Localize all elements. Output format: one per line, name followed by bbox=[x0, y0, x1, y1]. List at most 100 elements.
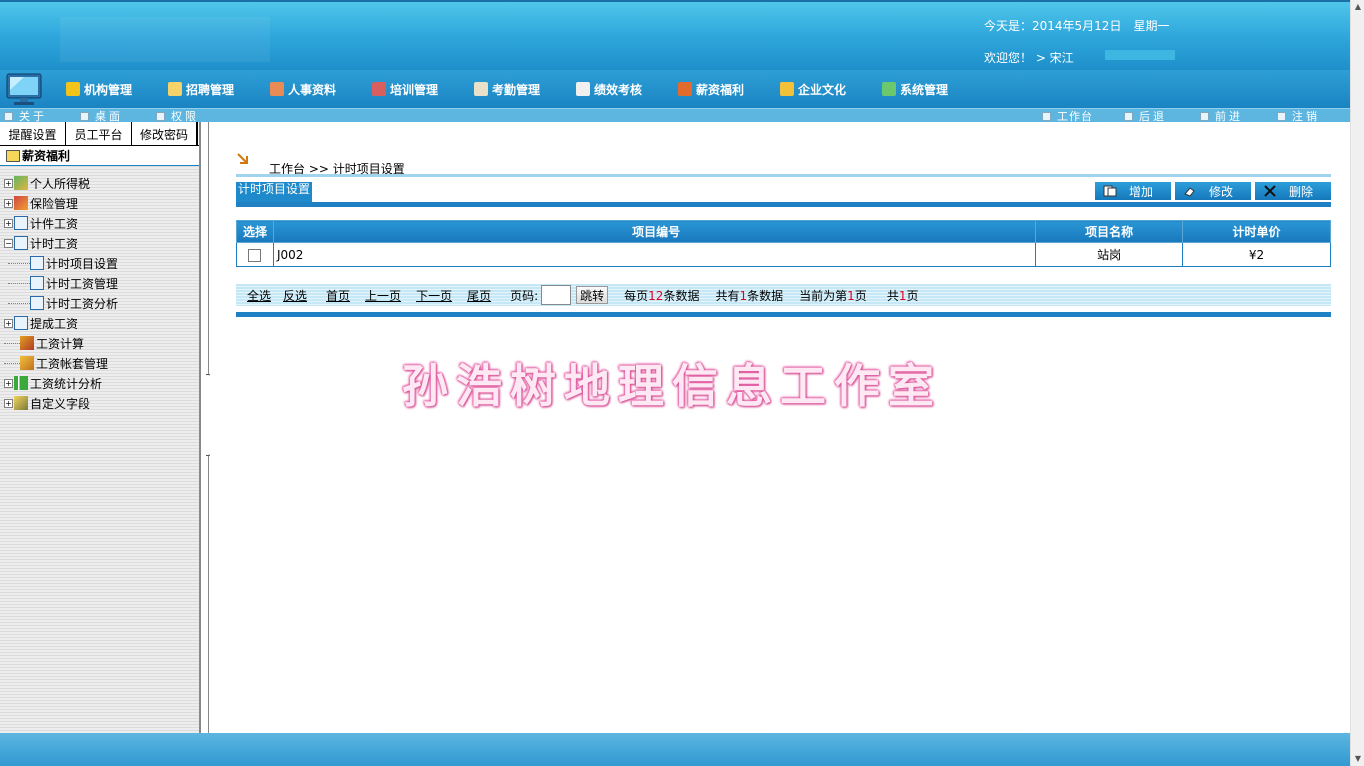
nav-label: 企业文化 bbox=[798, 82, 847, 97]
add-button[interactable]: 增加 bbox=[1095, 182, 1171, 200]
subnav-logout[interactable]: 注销 bbox=[1277, 109, 1320, 123]
per-page-count: 12 bbox=[648, 288, 664, 303]
tree-item-time-project-settings[interactable]: 计时项目设置 bbox=[0, 253, 199, 273]
tree-label: 计时工资 bbox=[30, 236, 79, 251]
doc-icon bbox=[14, 236, 28, 250]
tab-employee-platform[interactable]: 员工平台 bbox=[66, 122, 132, 146]
col-header-price[interactable]: 计时单价 bbox=[1182, 220, 1331, 243]
page-number-input[interactable] bbox=[541, 285, 572, 305]
tree-item-time-wage-analysis[interactable]: 计时工资分析 bbox=[0, 293, 199, 313]
tax-icon bbox=[14, 176, 28, 190]
pages-prefix: 共 bbox=[886, 288, 899, 303]
date-text: 今天是：2014年5月12日 星期一 bbox=[984, 19, 1170, 33]
nav-system[interactable]: 系统管理 bbox=[882, 79, 948, 99]
edit-label: 修改 bbox=[1209, 184, 1234, 199]
col-header-code[interactable]: 项目编号 bbox=[272, 220, 1037, 243]
tab-reminder-settings[interactable]: 提醒设置 bbox=[0, 122, 66, 146]
tree-label: 计件工资 bbox=[30, 216, 79, 231]
next-page-link[interactable]: 下一页 bbox=[416, 287, 452, 304]
tab-change-password[interactable]: 修改密码 bbox=[132, 122, 198, 146]
performance-icon bbox=[576, 82, 590, 96]
row-checkbox[interactable] bbox=[248, 248, 262, 262]
nav-training[interactable]: 培训管理 bbox=[372, 79, 438, 99]
panel-splitter bbox=[200, 122, 214, 733]
main-nav: 机构管理 招聘管理 人事资料 培训管理 考勤管理 绩效考核 薪资福利 企业文化 … bbox=[0, 70, 1350, 108]
prev-page-link[interactable]: 上一页 bbox=[365, 287, 401, 304]
col-header-select: 选择 bbox=[236, 220, 274, 243]
doc-icon bbox=[14, 316, 28, 330]
subnav-desktop[interactable]: 桌面 bbox=[80, 109, 123, 123]
scroll-up-icon[interactable]: ▲ bbox=[1353, 2, 1363, 12]
tree-item-time-wage[interactable]: − 计时工资 bbox=[0, 233, 199, 253]
edit-button[interactable]: 修改 bbox=[1175, 182, 1251, 200]
tree-label: 保险管理 bbox=[30, 196, 79, 211]
tree-item-piece-wage[interactable]: + 计件工资 bbox=[0, 213, 199, 233]
expand-icon[interactable]: + bbox=[4, 378, 13, 388]
expand-icon[interactable]: + bbox=[4, 318, 13, 328]
tree-label: 自定义字段 bbox=[30, 396, 91, 411]
nav-attendance[interactable]: 考勤管理 bbox=[474, 79, 540, 99]
culture-icon bbox=[780, 82, 794, 96]
table-header-row: 选择 项目编号 项目名称 计时单价 bbox=[236, 220, 1331, 243]
nav-recruit[interactable]: 招聘管理 bbox=[168, 79, 234, 99]
vertical-scrollbar[interactable]: ▲ ▼ bbox=[1350, 0, 1364, 766]
toolbar-bar bbox=[236, 202, 1331, 207]
tree-item-tax[interactable]: + 个人所得税 bbox=[0, 173, 199, 193]
nav-org[interactable]: 机构管理 bbox=[66, 79, 132, 99]
sub-nav: 关于 桌面 权限 工作台 后退 前进 注销 bbox=[0, 108, 1350, 123]
current-page: 1 bbox=[847, 288, 855, 303]
last-page-link[interactable]: 尾页 bbox=[467, 287, 491, 304]
subnav-back[interactable]: 后退 bbox=[1124, 109, 1167, 123]
nav-performance[interactable]: 绩效考核 bbox=[576, 79, 642, 99]
tree-label: 计时工资管理 bbox=[46, 276, 119, 291]
scroll-down-icon[interactable]: ▼ bbox=[1353, 754, 1363, 764]
per-page-prefix: 每页 bbox=[624, 288, 649, 303]
permission-icon bbox=[156, 111, 165, 121]
row-select-cell bbox=[236, 242, 274, 267]
nav-culture[interactable]: 企业文化 bbox=[780, 79, 846, 99]
invert-selection-link[interactable]: 反选 bbox=[283, 287, 307, 304]
total-info: 共有1条数据 bbox=[715, 287, 783, 304]
nav-label: 培训管理 bbox=[390, 82, 439, 97]
custom-field-icon bbox=[14, 396, 28, 410]
col-header-name[interactable]: 项目名称 bbox=[1035, 220, 1184, 243]
tree-item-custom-fields[interactable]: + 自定义字段 bbox=[0, 393, 199, 413]
per-page-info: 每页12条数据 bbox=[624, 287, 699, 304]
attendance-icon bbox=[474, 82, 488, 96]
nav-salary[interactable]: 薪资福利 bbox=[678, 79, 744, 99]
expand-icon[interactable]: + bbox=[4, 218, 13, 228]
tree-item-time-wage-management[interactable]: 计时工资管理 bbox=[0, 273, 199, 293]
tree-label: 计时项目设置 bbox=[46, 256, 119, 271]
divider bbox=[236, 312, 1331, 317]
delete-button[interactable]: 删除 bbox=[1255, 182, 1331, 200]
nav-label: 人事资料 bbox=[288, 82, 337, 97]
expand-icon[interactable]: + bbox=[4, 198, 13, 208]
tree-item-wage-statistics[interactable]: + 工资统计分析 bbox=[0, 373, 199, 393]
logout-icon bbox=[1277, 111, 1286, 121]
nav-label: 系统管理 bbox=[900, 82, 949, 97]
subnav-forward[interactable]: 前进 bbox=[1200, 109, 1243, 123]
tree-item-insurance[interactable]: + 保险管理 bbox=[0, 193, 199, 213]
tree-item-wage-ledger[interactable]: 工资帐套管理 bbox=[0, 353, 199, 373]
top-banner: 今天是：2014年5月12日 星期一 欢迎您！ > 宋江 bbox=[0, 0, 1350, 70]
go-button[interactable]: 跳转 bbox=[576, 286, 609, 304]
table-row[interactable]: J002 站岗 ¥2 bbox=[236, 242, 1331, 267]
nav-personnel[interactable]: 人事资料 bbox=[270, 79, 336, 99]
total-pages-info: 共1页 bbox=[887, 287, 919, 304]
sidebar-section-label: 薪资福利 bbox=[22, 149, 71, 163]
expand-icon[interactable]: + bbox=[4, 398, 13, 408]
doc-icon bbox=[14, 216, 28, 230]
page-number-label: 页码: bbox=[510, 288, 539, 303]
first-page-link[interactable]: 首页 bbox=[326, 287, 350, 304]
back-arrow-icon bbox=[1124, 111, 1133, 121]
tree-item-commission-wage[interactable]: + 提成工资 bbox=[0, 313, 199, 333]
subnav-workbench[interactable]: 工作台 bbox=[1042, 109, 1093, 123]
tab-time-project-settings[interactable]: 计时项目设置 bbox=[236, 182, 312, 204]
add-label: 增加 bbox=[1129, 184, 1154, 199]
select-all-link[interactable]: 全选 bbox=[247, 287, 271, 304]
subnav-permission[interactable]: 权限 bbox=[156, 109, 199, 123]
subnav-about[interactable]: 关于 bbox=[4, 109, 47, 123]
collapse-icon[interactable]: − bbox=[4, 238, 13, 248]
expand-icon[interactable]: + bbox=[4, 178, 13, 188]
tree-item-wage-calc[interactable]: 工资计算 bbox=[0, 333, 199, 353]
